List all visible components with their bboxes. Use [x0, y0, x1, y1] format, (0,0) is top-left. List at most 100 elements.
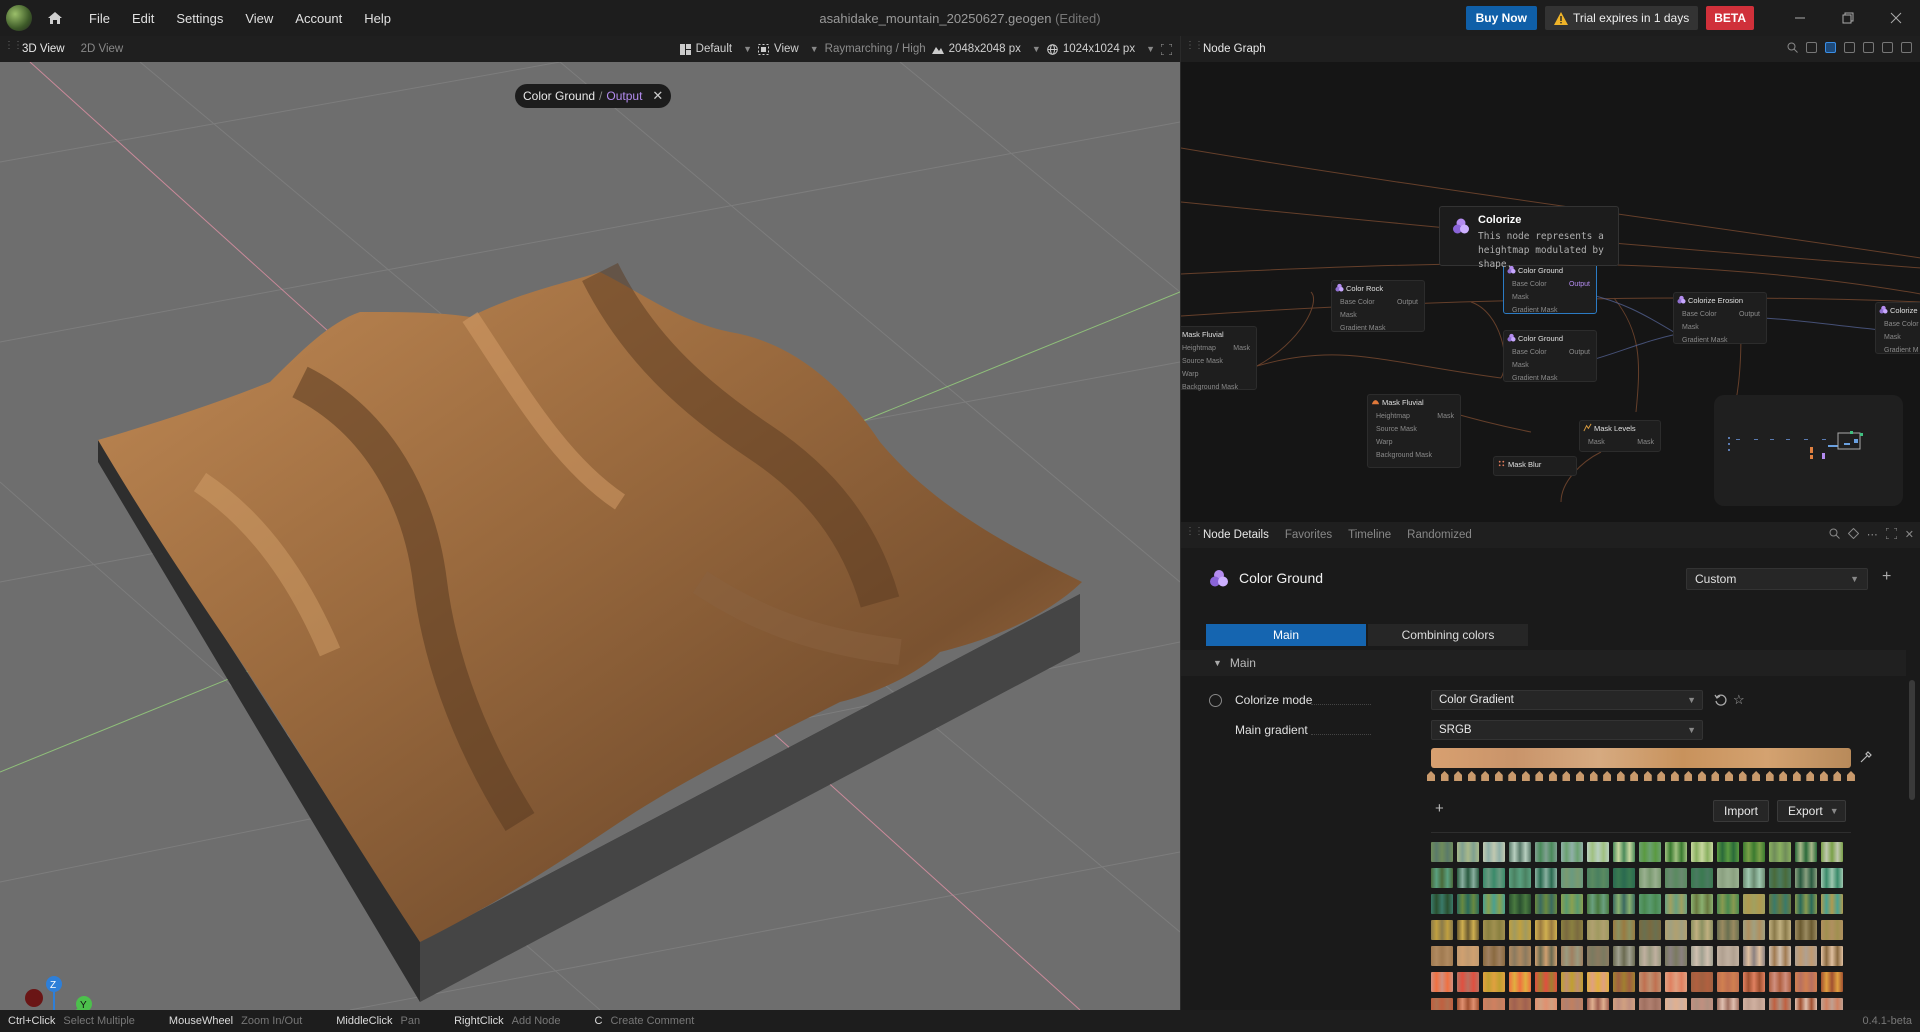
- preview-res-select[interactable]: 1024x1024 px ▼: [1047, 43, 1155, 55]
- node-port[interactable]: Mask: [1504, 359, 1596, 372]
- gradient-preset-swatch[interactable]: [1483, 868, 1505, 888]
- port-output[interactable]: Mask: [1437, 411, 1454, 422]
- gradient-stop-handle[interactable]: [1819, 771, 1828, 781]
- gradient-preset-swatch[interactable]: [1717, 842, 1739, 862]
- gradient-preset-swatch[interactable]: [1795, 972, 1817, 992]
- layout-select[interactable]: Default ▼: [679, 43, 752, 55]
- gradient-preset-swatch[interactable]: [1691, 920, 1713, 940]
- node-port[interactable]: Gradient Mask: [1332, 322, 1424, 335]
- gradient-preset-swatch[interactable]: [1483, 998, 1505, 1010]
- layout-graph-icon[interactable]: [1882, 42, 1893, 53]
- menu-account[interactable]: Account: [284, 11, 353, 26]
- add-preset-button[interactable]: +: [1882, 568, 1891, 586]
- gradient-preset-swatch[interactable]: [1717, 946, 1739, 966]
- node-colorize[interactable]: Colorize Base Color Mask Gradient M: [1875, 302, 1920, 354]
- port-output[interactable]: Output: [1569, 347, 1590, 358]
- node-colorize-erosion[interactable]: Colorize Erosion Base Color Output Mask G…: [1673, 292, 1767, 344]
- gradient-preset-swatch[interactable]: [1483, 894, 1505, 914]
- tab-3d-view[interactable]: 3D View: [14, 43, 73, 55]
- gradient-preset-swatch[interactable]: [1769, 972, 1791, 992]
- gradient-stop-handle[interactable]: [1630, 771, 1639, 781]
- gradient-preset-swatch[interactable]: [1561, 894, 1583, 914]
- gradient-preset-swatch[interactable]: [1509, 842, 1531, 862]
- port-output[interactable]: Output: [1739, 309, 1760, 320]
- gradient-stop-handle[interactable]: [1427, 771, 1435, 781]
- close-icon[interactable]: ✕: [1905, 528, 1914, 541]
- gradient-preset-swatch[interactable]: [1483, 946, 1505, 966]
- gradient-preset-swatch[interactable]: [1535, 920, 1557, 940]
- node-port[interactable]: Heightmap Mask: [1368, 410, 1460, 423]
- gradient-preset-swatch[interactable]: [1587, 998, 1609, 1010]
- gradient-preset-swatch[interactable]: [1717, 894, 1739, 914]
- port-output[interactable]: Output: [1397, 297, 1418, 308]
- gradient-preset-swatch[interactable]: [1561, 972, 1583, 992]
- gradient-preset-swatch[interactable]: [1587, 842, 1609, 862]
- gradient-preset-swatch[interactable]: [1769, 894, 1791, 914]
- node-port[interactable]: Gradient Mask: [1504, 372, 1596, 385]
- menu-settings[interactable]: Settings: [165, 11, 234, 26]
- node-mask-fluvial[interactable]: Mask Fluvial Heightmap Mask Source Mask W…: [1367, 394, 1461, 468]
- more-icon[interactable]: ⋯: [1867, 528, 1878, 541]
- gradient-preset-swatch[interactable]: [1613, 972, 1635, 992]
- gradient-preset-swatch[interactable]: [1535, 842, 1557, 862]
- gradient-preset-swatch[interactable]: [1535, 946, 1557, 966]
- fullscreen-icon[interactable]: [1885, 528, 1897, 539]
- node-port[interactable]: Heightmap Mask: [1181, 342, 1256, 355]
- gradient-preset-swatch[interactable]: [1821, 972, 1843, 992]
- gradient-preset-swatch[interactable]: [1587, 946, 1609, 966]
- gradient-stop-handle[interactable]: [1440, 771, 1449, 781]
- gradient-stop-handle[interactable]: [1725, 771, 1734, 781]
- gradient-stop-handle[interactable]: [1467, 771, 1476, 781]
- gradient-preset-swatch[interactable]: [1587, 972, 1609, 992]
- gradient-preset-swatch[interactable]: [1821, 998, 1843, 1010]
- gradient-preset-swatch[interactable]: [1769, 920, 1791, 940]
- node-port[interactable]: Warp: [1368, 436, 1460, 449]
- gradient-stop-handle[interactable]: [1697, 771, 1706, 781]
- gradient-preset-swatch[interactable]: [1613, 842, 1635, 862]
- gradient-preset-swatch[interactable]: [1587, 894, 1609, 914]
- gradient-stop-handle[interactable]: [1481, 771, 1490, 781]
- gradient-stop-handle[interactable]: [1576, 771, 1585, 781]
- search-icon[interactable]: [1787, 42, 1798, 53]
- settings-icon[interactable]: [1901, 42, 1912, 53]
- close-icon[interactable]: ✕: [652, 88, 663, 104]
- close-button[interactable]: [1872, 0, 1920, 36]
- list-view-icon[interactable]: [1806, 42, 1817, 53]
- gradient-stop-handle[interactable]: [1494, 771, 1503, 781]
- gradient-stop-handle[interactable]: [1806, 771, 1815, 781]
- gradient-stop-handle[interactable]: [1616, 771, 1625, 781]
- search-icon[interactable]: [1829, 528, 1840, 539]
- diamond-icon[interactable]: [1847, 528, 1859, 539]
- gradient-preset-swatch[interactable]: [1665, 946, 1687, 966]
- node-port[interactable]: Mask Mask: [1580, 436, 1660, 449]
- axis-gizmo[interactable]: Z Y X: [14, 976, 92, 1010]
- gizmo-neg-x-handle[interactable]: [25, 989, 43, 1007]
- gradient-stop-handle[interactable]: [1738, 771, 1747, 781]
- gradient-stop-handle[interactable]: [1833, 771, 1842, 781]
- gradient-preset-swatch[interactable]: [1769, 868, 1791, 888]
- gradient-preset-swatch[interactable]: [1509, 920, 1531, 940]
- gradient-preset-swatch[interactable]: [1769, 842, 1791, 862]
- gradient-preset-swatch[interactable]: [1769, 998, 1791, 1010]
- node-port[interactable]: Source Mask: [1181, 355, 1256, 368]
- node-mask-fluvial-left[interactable]: Mask Fluvial Heightmap Mask Source Mask W…: [1181, 326, 1257, 391]
- node-mask-levels[interactable]: Mask Levels Mask Mask: [1579, 420, 1661, 452]
- gradient-preset-swatch[interactable]: [1431, 972, 1453, 992]
- node-port[interactable]: Base Color Output: [1504, 278, 1596, 291]
- add-stop-button[interactable]: +: [1435, 800, 1444, 817]
- gradient-preset-swatch[interactable]: [1821, 868, 1843, 888]
- gradient-preset-swatch[interactable]: [1691, 868, 1713, 888]
- 3d-viewport[interactable]: Z Y X Color Ground / Output ✕: [0, 62, 1180, 1010]
- gradient-preset-swatch[interactable]: [1665, 842, 1687, 862]
- gradient-stop-handle[interactable]: [1657, 771, 1666, 781]
- fullscreen-icon[interactable]: [1161, 43, 1172, 55]
- reset-icon[interactable]: [1714, 693, 1728, 707]
- gradient-preset-swatch[interactable]: [1821, 946, 1843, 966]
- gradient-preset-swatch[interactable]: [1457, 868, 1479, 888]
- gradient-preset-swatch[interactable]: [1561, 868, 1583, 888]
- gradient-stop-handle[interactable]: [1779, 771, 1788, 781]
- gradient-preset-swatch[interactable]: [1743, 946, 1765, 966]
- drag-handle-icon[interactable]: ⋮⋮: [1185, 527, 1204, 541]
- gradient-preset-swatch[interactable]: [1691, 946, 1713, 966]
- gradient-preset-swatch[interactable]: [1639, 946, 1661, 966]
